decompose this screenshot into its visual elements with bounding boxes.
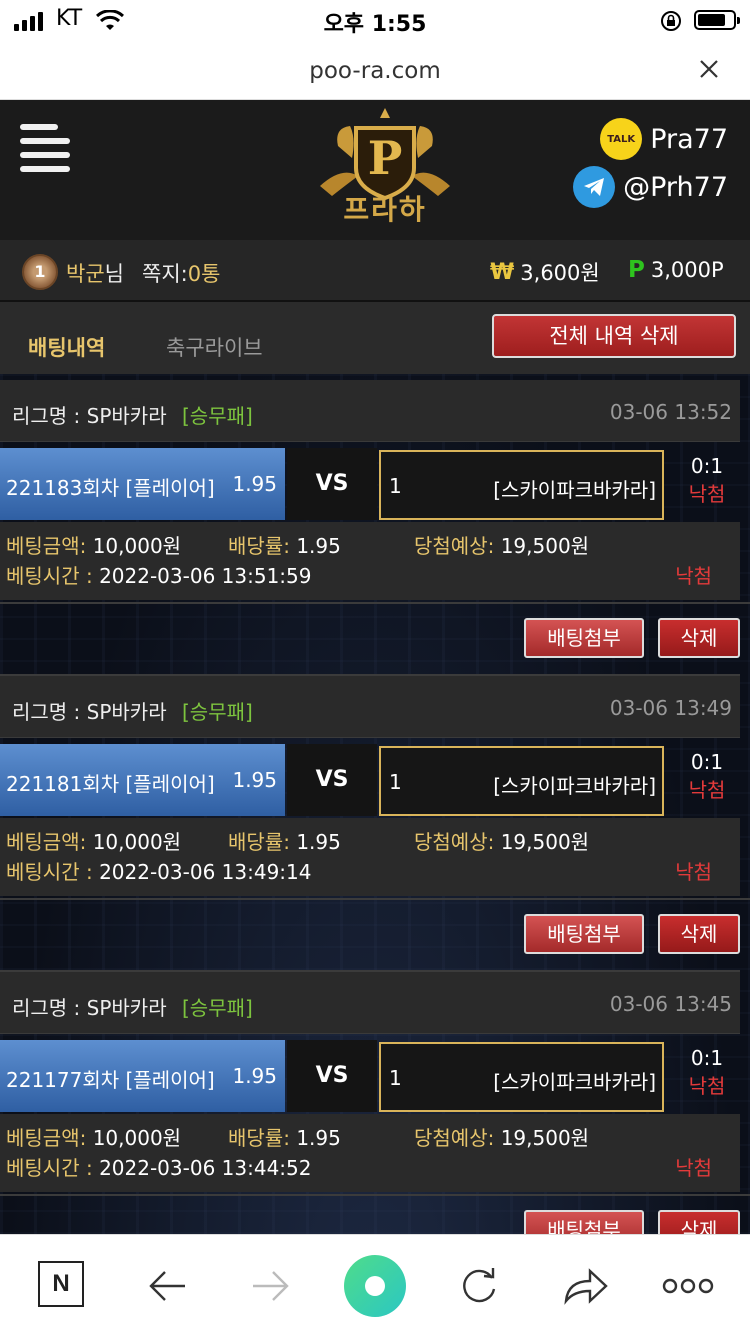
forward-arrow-icon[interactable]	[246, 1261, 296, 1311]
bet-datetime: 03-06 13:52	[609, 400, 732, 424]
money-balance: ₩ 3,600원	[490, 259, 600, 286]
won-icon: ₩	[490, 259, 515, 285]
status-bar: KT 오후 1:55	[0, 0, 750, 44]
tab-bar: 배팅내역 축구라이브 전체 내역 삭제	[0, 302, 750, 374]
level-medal-icon: 1	[22, 254, 58, 290]
messages-link[interactable]: 쪽지:0통	[142, 258, 220, 288]
kakao-id: Pra77	[650, 123, 728, 155]
opponent-pick: 1 [스카이파크바카라]	[379, 1042, 664, 1112]
hamburger-menu-icon[interactable]	[20, 122, 70, 172]
kakao-contact[interactable]: TALK Pra77	[600, 118, 728, 160]
league-name: SP바카라	[86, 996, 167, 1020]
league-bar: 리그명 : SP바카라 [승무패] 03-06 13:52	[0, 380, 740, 442]
user-name[interactable]: 박군님	[66, 258, 124, 288]
rotation-lock-icon	[660, 10, 682, 36]
bet-status: 낙첨	[675, 1156, 712, 1180]
league-bar: 리그명 : SP바카라 [승무패] 03-06 13:49	[0, 676, 740, 738]
attach-bet-button[interactable]: 배팅첨부	[524, 1210, 644, 1234]
selected-pick: 221183회차 [플레이어] 1.95	[0, 448, 285, 520]
attach-bet-button[interactable]: 배팅첨부	[524, 618, 644, 658]
bet-card: 리그명 : SP바카라 [승무패] 03-06 13:49 221181회차 […	[0, 676, 750, 972]
delete-bet-button[interactable]: 삭제	[658, 1210, 740, 1234]
telegram-icon	[573, 166, 616, 208]
tab-football-live[interactable]: 축구라이브	[166, 332, 263, 362]
tab-betting-history[interactable]: 배팅내역	[28, 332, 105, 362]
bet-datetime: 03-06 13:49	[609, 696, 732, 720]
opponent-pick: 1 [스카이파크바카라]	[379, 746, 664, 816]
brand-name: 프라하	[343, 193, 427, 226]
delete-bet-button[interactable]: 삭제	[658, 618, 740, 658]
telegram-contact[interactable]: @Prh77	[573, 166, 728, 208]
battery-icon	[694, 10, 740, 30]
selected-pick: 221177회차 [플레이어] 1.95	[0, 1040, 285, 1112]
browser-toolbar: N	[0, 1234, 750, 1334]
match-result: 0:1 낙첨	[688, 750, 726, 802]
back-arrow-icon[interactable]	[142, 1261, 192, 1311]
match-row: 221183회차 [플레이어] 1.95 VS 1 [스카이파크바카라] 0:1…	[0, 448, 750, 520]
telegram-id: @Prh77	[623, 171, 728, 203]
league-name: SP바카라	[86, 404, 167, 428]
bet-type: [승무패]	[182, 996, 253, 1020]
naver-n-icon[interactable]: N	[38, 1261, 84, 1307]
opponent-pick: 1 [스카이파크바카라]	[379, 450, 664, 520]
url-text[interactable]: poo-ra.com	[0, 58, 750, 84]
vs-label: VS	[287, 744, 377, 816]
point-icon: P	[628, 257, 645, 283]
bet-info: 베팅금액: 10,000원 배당률: 1.95 당첨예상: 19,500원 베팅…	[0, 1114, 740, 1192]
vs-label: VS	[287, 448, 377, 520]
delete-bet-button[interactable]: 삭제	[658, 914, 740, 954]
share-icon[interactable]	[560, 1261, 610, 1311]
delete-all-button[interactable]: 전체 내역 삭제	[492, 314, 736, 358]
selected-pick: 221181회차 [플레이어] 1.95	[0, 744, 285, 816]
svg-text:P: P	[368, 131, 403, 185]
bet-status: 낙첨	[675, 860, 712, 884]
bet-info: 베팅금액: 10,000원 배당률: 1.95 당첨예상: 19,500원 베팅…	[0, 818, 740, 896]
bet-history-section: 배팅내역 축구라이브 전체 내역 삭제 리그명 : SP바카라 [승무패] 03…	[0, 302, 750, 1234]
match-row: 221181회차 [플레이어] 1.95 VS 1 [스카이파크바카라] 0:1…	[0, 744, 750, 816]
site-logo[interactable]: P 프라하	[312, 106, 458, 234]
match-result: 0:1 낙첨	[688, 1046, 726, 1098]
reload-icon[interactable]	[454, 1261, 504, 1311]
close-icon[interactable]	[698, 56, 720, 86]
user-info-bar: 1 박군님 쪽지:0통 ₩ 3,600원 P 3,000P	[0, 240, 750, 302]
bet-card: 리그명 : SP바카라 [승무패] 03-06 13:45 221177회차 […	[0, 972, 750, 1234]
attach-bet-button[interactable]: 배팅첨부	[524, 914, 644, 954]
league-name: SP바카라	[86, 700, 167, 724]
site-header: P 프라하 TALK Pra77 @Prh77	[0, 100, 750, 240]
bet-card: 리그명 : SP바카라 [승무패] 03-06 13:52 221183회차 […	[0, 380, 750, 676]
match-result: 0:1 낙첨	[688, 454, 726, 506]
clock: 오후 1:55	[323, 12, 427, 37]
bet-status: 낙첨	[675, 564, 712, 588]
bet-datetime: 03-06 13:45	[609, 992, 732, 1016]
browser-url-bar[interactable]: poo-ra.com	[0, 44, 750, 100]
match-row: 221177회차 [플레이어] 1.95 VS 1 [스카이파크바카라] 0:1…	[0, 1040, 750, 1112]
league-bar: 리그명 : SP바카라 [승무패] 03-06 13:45	[0, 972, 740, 1034]
home-green-icon[interactable]	[344, 1255, 406, 1317]
bet-type: [승무패]	[182, 404, 253, 428]
bet-type: [승무패]	[182, 700, 253, 724]
more-icon[interactable]	[660, 1261, 716, 1311]
vs-label: VS	[287, 1040, 377, 1112]
point-balance: P 3,000P	[628, 257, 724, 283]
bet-info: 베팅금액: 10,000원 배당률: 1.95 당첨예상: 19,500원 베팅…	[0, 522, 740, 600]
kakao-talk-icon: TALK	[600, 118, 643, 160]
